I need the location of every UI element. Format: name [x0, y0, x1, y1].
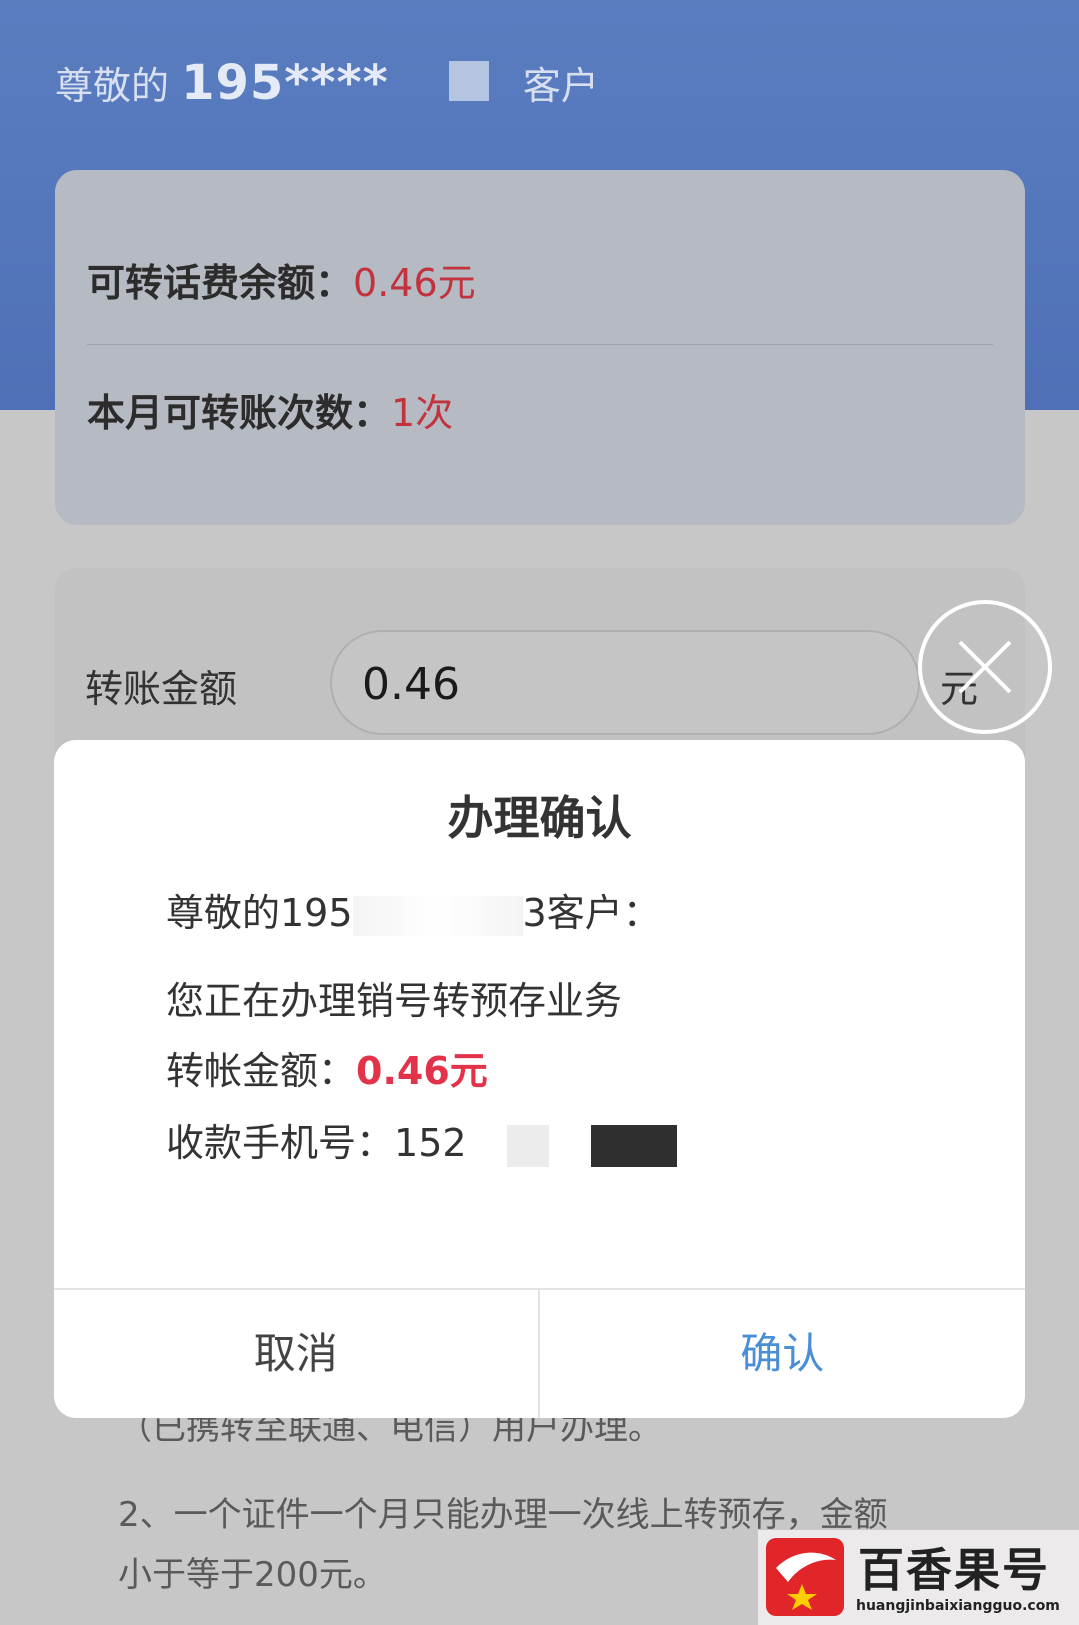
- dialog-title: 办理确认: [447, 791, 632, 845]
- dialog-actions: 取消 确认: [54, 1288, 1025, 1418]
- close-button[interactable]: [918, 600, 1052, 734]
- dialog-amount-value: 0.46元: [356, 1049, 488, 1093]
- redaction-block: [352, 895, 523, 936]
- dialog-phone: 收款手机号：152: [166, 1112, 677, 1167]
- redaction-block: [466, 1125, 507, 1166]
- close-icon: [958, 640, 1012, 694]
- customer-greeting: 尊敬的 195**** 客户: [55, 55, 599, 111]
- transfer-count-value: 1次: [391, 391, 454, 435]
- cancel-button[interactable]: 取消: [54, 1290, 540, 1418]
- dialog-greeting: 尊敬的195 3客户：: [166, 882, 661, 937]
- confirm-button[interactable]: 确认: [540, 1290, 1026, 1418]
- redaction-block: [590, 1124, 677, 1167]
- divider: [87, 344, 993, 345]
- amount-input[interactable]: 0.46: [330, 630, 920, 735]
- balance-row: 可转话费余额：0.46元: [87, 252, 476, 307]
- redaction-block: [506, 1124, 549, 1167]
- dialog-amount: 转帐金额：0.46元: [166, 1040, 488, 1095]
- watermark-brand: 百香果号: [858, 1543, 1050, 1597]
- watermark-url: huangjinbaixiangguo.com: [856, 1598, 1060, 1614]
- greeting-prefix: 尊敬的: [55, 64, 170, 108]
- dialog-phone-label: 收款手机号：: [166, 1121, 395, 1165]
- balance-label: 可转话费余额：: [87, 261, 354, 305]
- note-line-3: 小于等于200元。: [118, 1555, 387, 1595]
- masked-phone-number: 195****: [181, 55, 389, 111]
- dialog-greeting-suffix: 3客户：: [522, 891, 661, 935]
- dialog-amount-label: 转帐金额：: [166, 1049, 357, 1093]
- note-line-2: 2、一个证件一个月只能办理一次线上转预存，金额: [118, 1495, 888, 1535]
- transfer-count-label: 本月可转账次数：: [87, 391, 392, 435]
- confirm-dialog: 办理确认 尊敬的195 3客户： 您正在办理销号转预存业务 转帐金额：0.46元 …: [54, 740, 1025, 1418]
- redaction-block: [548, 1124, 591, 1167]
- amount-label: 转账金额: [85, 667, 238, 711]
- balance-card: 可转话费余额：0.46元 本月可转账次数：1次: [55, 170, 1025, 525]
- brand-logo-icon: [766, 1538, 844, 1616]
- greeting-suffix: 客户: [522, 64, 599, 108]
- watermark: 百香果号 huangjinbaixiangguo.com: [758, 1530, 1079, 1625]
- redaction-block: [448, 61, 489, 101]
- dialog-phone-prefix: 152: [394, 1121, 467, 1165]
- dialog-greeting-prefix: 尊敬的195: [166, 891, 353, 935]
- transfer-count-row: 本月可转账次数：1次: [87, 382, 453, 437]
- balance-value: 0.46元: [353, 261, 476, 305]
- dialog-business: 您正在办理销号转预存业务: [166, 979, 623, 1023]
